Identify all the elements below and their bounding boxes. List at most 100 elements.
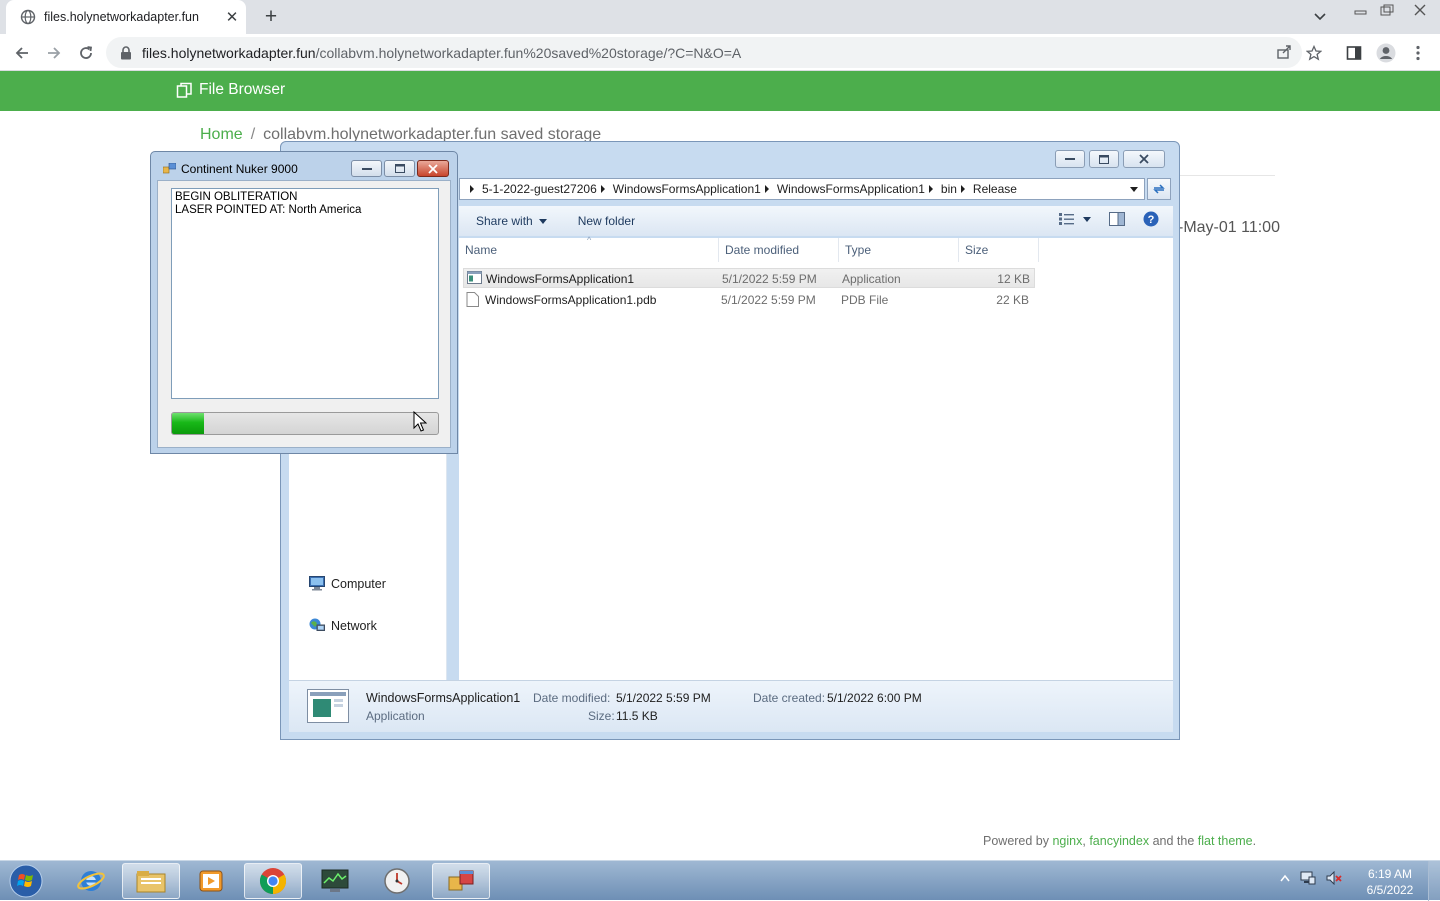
nav-item-network[interactable]: Network — [309, 618, 377, 633]
nuker-progress-bar — [171, 412, 439, 435]
nav-item-computer[interactable]: Computer — [309, 576, 386, 591]
show-desktop-button[interactable] — [1428, 861, 1440, 901]
explorer-minimize-icon[interactable] — [1055, 150, 1085, 168]
listing-header-rule — [1180, 175, 1275, 176]
path-arrow-icon[interactable] — [600, 185, 605, 193]
dropdown-caret-icon — [538, 218, 547, 224]
taskbar-nuker-app-icon[interactable] — [432, 863, 490, 899]
path-arrow-icon[interactable] — [764, 185, 769, 193]
back-arrow-icon[interactable] — [8, 39, 36, 67]
document-file-icon — [466, 292, 479, 307]
minimize-icon[interactable] — [1348, 1, 1374, 19]
file-date: 5/1/2022 5:59 PM — [722, 272, 817, 286]
path-arrow-icon[interactable] — [960, 185, 965, 193]
file-type: Application — [842, 272, 901, 286]
network-status-icon[interactable] — [1300, 871, 1316, 885]
restore-icon[interactable] — [1374, 1, 1400, 19]
sort-ascending-icon: ^ — [587, 235, 592, 245]
application-file-icon — [467, 271, 482, 284]
breadcrumb-home-link[interactable]: Home — [200, 126, 243, 143]
new-tab-plus-icon[interactable]: + — [258, 4, 284, 30]
fancyindex-link[interactable]: fancyindex — [1089, 834, 1149, 848]
browser-tabstrip: files.holynetworkadapter.fun ✕ + — [0, 0, 1440, 34]
close-window-icon[interactable] — [1400, 1, 1440, 19]
change-view-icon[interactable] — [1059, 213, 1091, 225]
path-segment[interactable]: bin — [941, 182, 957, 196]
file-row[interactable]: WindowsFormsApplication1.pdb 5/1/2022 5:… — [463, 290, 1035, 310]
nuker-close-icon[interactable] — [417, 160, 449, 177]
forward-arrow-icon[interactable] — [40, 39, 68, 67]
clock-time: 6:19 AM — [1367, 867, 1413, 881]
view-dropdown-caret-icon[interactable] — [1083, 216, 1091, 222]
preview-pane-icon[interactable] — [1109, 212, 1125, 226]
address-url: files.holynetworkadapter.fun/collabvm.ho… — [142, 45, 741, 61]
address-bar[interactable]: files.holynetworkadapter.fun/collabvm.ho… — [106, 37, 1302, 68]
browser-tab[interactable]: files.holynetworkadapter.fun ✕ — [6, 0, 246, 34]
globe-icon — [20, 9, 36, 25]
start-orb-icon[interactable] — [6, 863, 46, 899]
view-tools: ? — [1059, 211, 1159, 227]
column-header-name[interactable]: Name ^ — [459, 235, 719, 262]
tab-search-chevron-icon[interactable] — [1308, 6, 1332, 28]
file-browser-brand[interactable]: File Browser — [176, 81, 285, 99]
volume-muted-icon[interactable] — [1326, 871, 1342, 885]
bookmark-star-icon[interactable] — [1300, 39, 1328, 67]
taskbar-explorer-icon[interactable] — [122, 863, 180, 899]
nuker-minimize-icon[interactable] — [351, 160, 382, 177]
files-icon — [176, 82, 192, 98]
footer-prefix: Powered by — [983, 834, 1053, 848]
page-footer: Powered by nginx, fancyindex and the fla… — [983, 834, 1256, 848]
nginx-link[interactable]: nginx — [1052, 834, 1082, 848]
window-controls — [1348, 0, 1440, 22]
system-tray — [1280, 871, 1342, 885]
side-panel-icon[interactable] — [1340, 39, 1368, 67]
browser-toolbar: files.holynetworkadapter.fun/collabvm.ho… — [0, 34, 1440, 71]
lock-icon — [121, 45, 131, 59]
file-list-pane: Name ^ Date modified Type Size WindowsFor… — [459, 235, 1173, 680]
explorer-address-bar[interactable]: 5-1-2022-guest27206 WindowsFormsApplicat… — [459, 178, 1145, 200]
brand-label: File Browser — [199, 81, 286, 98]
taskbar-chrome-icon[interactable] — [244, 863, 302, 899]
winforms-app-icon — [163, 163, 176, 174]
profile-avatar-icon[interactable] — [1372, 39, 1400, 67]
column-size-label: Size — [965, 243, 989, 257]
new-folder-button[interactable]: New folder — [578, 214, 635, 228]
column-header-size[interactable]: Size — [959, 238, 1039, 262]
listing-date-fragment: -May-01 11:00 — [1178, 219, 1280, 236]
file-size: 12 KB — [997, 272, 1030, 286]
nuker-maximize-icon[interactable] — [384, 160, 415, 177]
path-root-arrow-icon[interactable] — [470, 185, 474, 193]
explorer-maximize-icon[interactable] — [1089, 150, 1119, 168]
footer-and: and the — [1149, 834, 1198, 848]
help-icon[interactable]: ? — [1143, 211, 1159, 227]
explorer-refresh-icon[interactable] — [1147, 178, 1171, 200]
column-header-type[interactable]: Type — [839, 238, 959, 262]
show-hidden-icons-icon[interactable] — [1280, 874, 1290, 882]
taskbar-media-player-icon[interactable] — [182, 863, 240, 899]
column-header-date[interactable]: Date modified — [719, 238, 839, 262]
explorer-close-icon[interactable] — [1123, 150, 1165, 168]
share-with-button[interactable]: Share with — [476, 214, 547, 228]
details-modified-label: Date modified: — [533, 691, 611, 705]
taskbar-internet-explorer-icon[interactable] — [62, 863, 120, 899]
tab-close-icon[interactable]: ✕ — [218, 3, 246, 31]
share-icon[interactable] — [1276, 44, 1292, 60]
nuker-log-textbox[interactable]: BEGIN OBLITERATION LASER POINTED AT: Nor… — [171, 188, 439, 399]
file-row[interactable]: WindowsFormsApplication1 5/1/2022 5:59 P… — [463, 268, 1035, 288]
taskbar-clock-app-icon[interactable] — [368, 863, 426, 899]
path-segment[interactable]: 5-1-2022-guest27206 — [482, 182, 597, 196]
reload-icon[interactable] — [72, 39, 100, 67]
path-segment[interactable]: Release — [973, 182, 1017, 196]
path-segment[interactable]: WindowsFormsApplication1 — [613, 182, 761, 196]
flat-theme-link[interactable]: flat theme — [1198, 834, 1253, 848]
path-arrow-icon[interactable] — [928, 185, 933, 193]
column-date-label: Date modified — [725, 243, 800, 257]
details-pane: WindowsFormsApplication1 Application Dat… — [289, 680, 1173, 732]
address-dropdown-icon[interactable] — [1130, 187, 1138, 192]
taskbar-task-manager-icon[interactable] — [306, 863, 364, 899]
taskbar-clock[interactable]: 6:19 AM 6/5/2022 — [1360, 866, 1420, 898]
new-folder-label: New folder — [577, 214, 636, 228]
kebab-menu-icon[interactable] — [1404, 39, 1432, 67]
url-path: /collabvm.holynetworkadapter.fun%20saved… — [315, 44, 742, 61]
path-segment[interactable]: WindowsFormsApplication1 — [777, 182, 925, 196]
